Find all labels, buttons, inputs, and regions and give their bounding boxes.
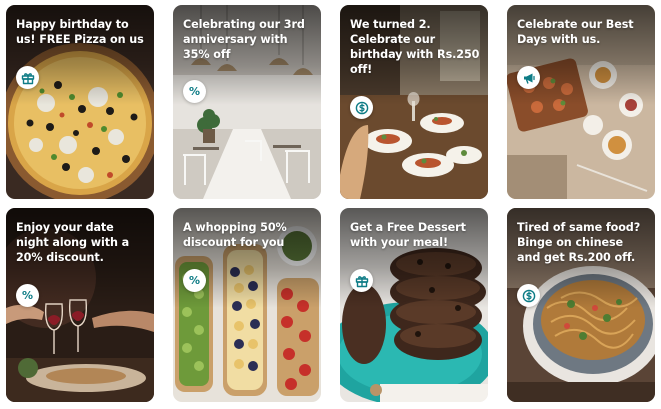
offer-card-birthday-rs250[interactable]: We turned 2. Celebrate our birthday with… xyxy=(340,5,488,199)
offer-title: Celebrating our 3rd anniversary with 35%… xyxy=(183,18,305,61)
percent-icon: % xyxy=(16,284,39,307)
offer-title: Celebrate our Best Days with us. xyxy=(517,18,634,46)
gift-icon xyxy=(16,66,39,89)
offer-title: Get a Free Dessert with your meal! xyxy=(350,221,466,249)
percent-glyph: % xyxy=(188,274,201,287)
offer-card-anniversary[interactable]: Celebrating our 3rd anniversary with 35%… xyxy=(173,5,321,199)
offer-title: A whopping 50% discount for you xyxy=(183,221,287,249)
offer-card-free-pizza[interactable]: Happy birthday to us! FREE Pizza on us xyxy=(6,5,154,199)
offer-card-chinese-rs200[interactable]: Tired of same food? Binge on chinese and… xyxy=(507,208,655,402)
offer-title: Tired of same food? Binge on chinese and… xyxy=(517,221,641,264)
percent-glyph: % xyxy=(188,85,201,98)
offer-card-best-days[interactable]: Celebrate our Best Days with us. xyxy=(507,5,655,199)
offer-title: We turned 2. Celebrate our birthday with… xyxy=(350,18,480,76)
offer-card-50-percent[interactable]: A whopping 50% discount for you % xyxy=(173,208,321,402)
dollar-coin-icon xyxy=(517,284,540,307)
percent-icon: % xyxy=(183,269,206,292)
dollar-coin-icon xyxy=(350,96,373,119)
percent-icon: % xyxy=(183,80,206,103)
offer-card-date-night[interactable]: Enjoy your date night along with a 20% d… xyxy=(6,208,154,402)
gift-icon xyxy=(350,269,373,292)
megaphone-icon xyxy=(517,66,540,89)
offer-card-free-dessert[interactable]: Get a Free Dessert with your meal! xyxy=(340,208,488,402)
percent-glyph: % xyxy=(21,289,34,302)
offer-title: Enjoy your date night along with a 20% d… xyxy=(16,221,130,264)
offer-title: Happy birthday to us! FREE Pizza on us xyxy=(16,18,144,46)
offer-cards-grid: Happy birthday to us! FREE Pizza on us C… xyxy=(0,0,661,409)
